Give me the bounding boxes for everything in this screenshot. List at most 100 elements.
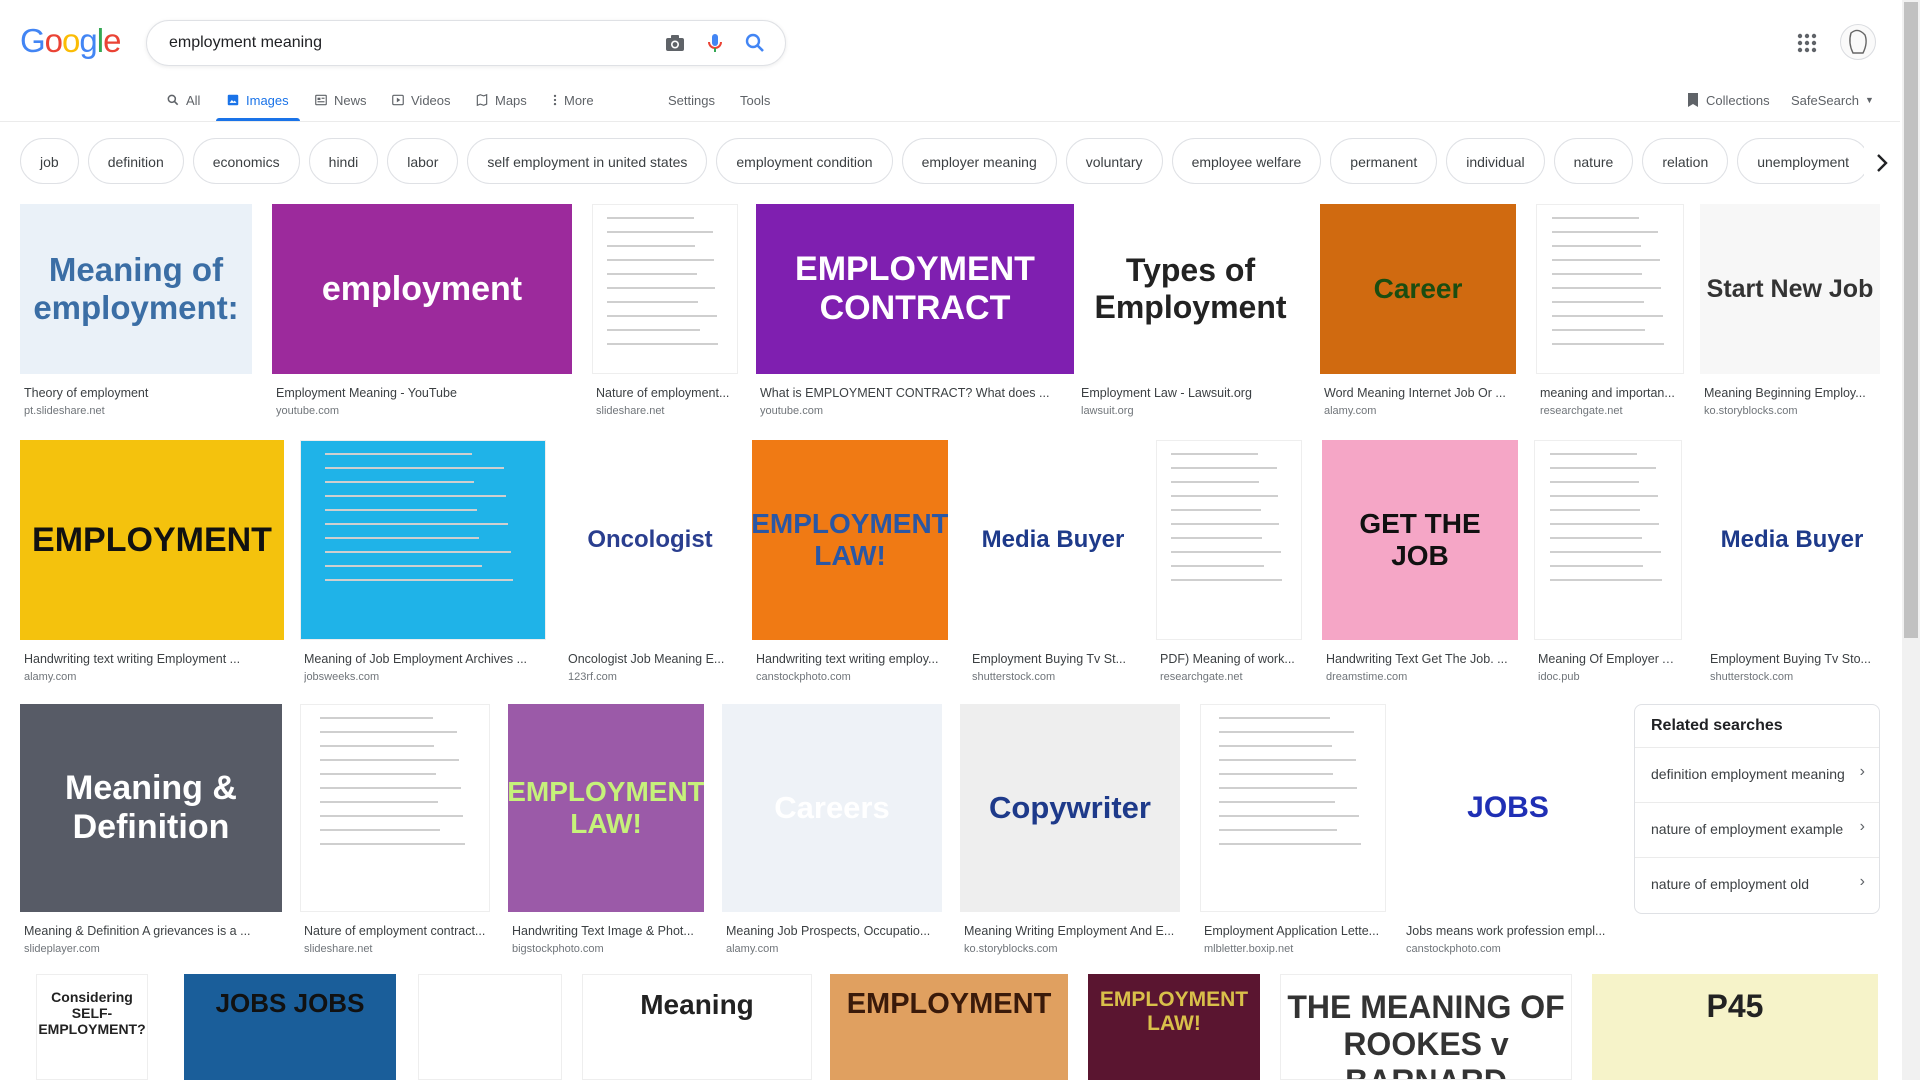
result-title[interactable]: Nature of employment... <box>596 386 734 400</box>
tab-news[interactable]: News <box>314 90 367 110</box>
result-thumbnail[interactable] <box>592 204 738 374</box>
image-result[interactable]: Nature of employment contract... slidesha… <box>300 704 490 964</box>
settings-link[interactable]: Settings <box>668 90 715 110</box>
result-thumbnail[interactable]: Oncologist <box>564 440 736 640</box>
avatar[interactable] <box>1840 24 1876 60</box>
apps-grid-icon[interactable] <box>1796 32 1818 54</box>
chip[interactable]: relation <box>1642 138 1729 184</box>
result-title[interactable]: Meaning Writing Employment And E... <box>964 924 1176 938</box>
result-title[interactable]: Handwriting text writing employ... <box>756 652 944 666</box>
image-result[interactable]: Career Word Meaning Internet Job Or ... al… <box>1320 204 1516 426</box>
chip[interactable]: employer meaning <box>901 138 1057 184</box>
image-result[interactable]: Careers Meaning Job Prospects, Occupatio.… <box>722 704 942 964</box>
related-search-item[interactable]: nature of employment example › <box>1635 802 1879 857</box>
result-thumbnail[interactable]: JOBS JOBS <box>184 974 396 1080</box>
result-thumbnail[interactable]: Considering SELF-EMPLOYMENT? <box>36 974 148 1080</box>
image-result[interactable]: EMPLOYMENT CONTRACT What is EMPLOYMENT CO… <box>756 204 1074 426</box>
result-title[interactable]: Meaning & Definition A grievances is a .… <box>24 924 278 938</box>
result-title[interactable]: Theory of employment <box>24 386 248 400</box>
result-thumbnail[interactable]: EMPLOYMENT <box>830 974 1068 1080</box>
result-thumbnail[interactable]: Meaning of employment: <box>20 204 252 374</box>
result-title[interactable]: Handwriting Text Get The Job. ... <box>1326 652 1514 666</box>
result-thumbnail[interactable]: THE MEANING OF ROOKES v BARNARD <box>1280 974 1572 1080</box>
result-thumbnail[interactable] <box>418 974 562 1080</box>
image-result[interactable]: Media Buyer Employment Buying Tv St... shu… <box>968 440 1138 692</box>
result-thumbnail[interactable]: Copywriter <box>960 704 1180 912</box>
result-thumbnail[interactable] <box>1534 440 1682 640</box>
result-thumbnail[interactable]: EMPLOYMENT LAW! <box>1088 974 1260 1080</box>
result-thumbnail[interactable]: GET THE JOB <box>1322 440 1518 640</box>
result-thumbnail[interactable]: Meaning <box>582 974 812 1080</box>
result-thumbnail[interactable]: Meaning & Definition <box>20 704 282 912</box>
chip[interactable]: unemployment <box>1737 138 1870 184</box>
search-input[interactable] <box>167 31 641 55</box>
chip[interactable]: nature <box>1553 138 1634 184</box>
image-result[interactable]: Meaning of Job Employment Archives ... jo… <box>300 440 546 692</box>
image-result[interactable]: Employment Application Lette... mlbletter… <box>1200 704 1386 964</box>
image-result[interactable]: Meaning of employment: Theory of employme… <box>20 204 252 426</box>
result-title[interactable]: PDF) Meaning of work... <box>1160 652 1298 666</box>
chip[interactable]: employment condition <box>716 138 893 184</box>
image-result[interactable]: EMPLOYMENT LAW! Handwriting Text Image & … <box>508 704 704 964</box>
result-thumbnail[interactable] <box>300 440 546 640</box>
result-thumbnail[interactable]: JOBS <box>1402 704 1614 912</box>
safesearch-toggle[interactable]: SafeSearch ▼ <box>1791 90 1874 110</box>
result-title[interactable]: Employment Buying Tv Sto... <box>1710 652 1874 666</box>
collections-link[interactable]: Collections <box>1686 90 1770 110</box>
chip[interactable]: job <box>20 138 79 184</box>
related-search-item[interactable]: nature of employment old › <box>1635 857 1879 912</box>
image-result[interactable]: Meaning & Definition Meaning & Definition… <box>20 704 282 964</box>
result-thumbnail[interactable]: Media Buyer <box>1706 440 1878 640</box>
image-result[interactable]: Copywriter Meaning Writing Employment And… <box>960 704 1180 964</box>
tools-link[interactable]: Tools <box>740 90 770 110</box>
result-thumbnail[interactable] <box>1200 704 1386 912</box>
image-result[interactable]: EMPLOYMENT Handwriting text writing Emplo… <box>20 440 284 692</box>
camera-icon[interactable] <box>663 31 687 55</box>
result-thumbnail[interactable]: Media Buyer <box>968 440 1138 640</box>
chip[interactable]: economics <box>192 138 300 184</box>
chip[interactable]: labor <box>387 138 459 184</box>
result-thumbnail[interactable]: Career <box>1320 204 1516 374</box>
chip[interactable]: hindi <box>308 138 379 184</box>
result-title[interactable]: Oncologist Job Meaning E... <box>568 652 732 666</box>
result-title[interactable]: Word Meaning Internet Job Or ... <box>1324 386 1512 400</box>
result-title[interactable]: Employment Buying Tv St... <box>972 652 1134 666</box>
result-title[interactable]: meaning and importan... <box>1540 386 1680 400</box>
image-result[interactable]: PDF) Meaning of work... researchgate.net <box>1156 440 1302 692</box>
chip[interactable]: self employment in united states <box>467 138 708 184</box>
result-thumbnail[interactable] <box>1536 204 1684 374</box>
chip[interactable]: voluntary <box>1065 138 1163 184</box>
search-icon[interactable] <box>743 31 767 55</box>
image-result[interactable]: Start New Job Meaning Beginning Employ...… <box>1700 204 1880 426</box>
result-thumbnail[interactable]: Start New Job <box>1700 204 1880 374</box>
tab-videos[interactable]: Videos <box>391 90 451 110</box>
result-title[interactable]: Jobs means work profession empl... <box>1406 924 1610 938</box>
result-thumbnail[interactable]: EMPLOYMENT LAW! <box>508 704 704 912</box>
result-thumbnail[interactable]: EMPLOYMENT CONTRACT <box>756 204 1074 374</box>
tab-maps[interactable]: Maps <box>475 90 527 110</box>
result-title[interactable]: Employment Meaning - YouTube <box>276 386 568 400</box>
image-result[interactable]: Nature of employment... slideshare.net <box>592 204 738 426</box>
result-thumbnail[interactable]: EMPLOYMENT <box>20 440 284 640</box>
tab-images[interactable]: Images <box>226 90 289 110</box>
result-thumbnail[interactable] <box>300 704 490 912</box>
result-title[interactable]: Meaning of Job Employment Archives ... <box>304 652 542 666</box>
google-logo[interactable]: Google <box>20 22 121 60</box>
image-result[interactable]: Types of Employment Employment Law - Laws… <box>1077 204 1304 426</box>
chip[interactable]: definition <box>87 138 184 184</box>
scrollbar-thumb[interactable] <box>1904 2 1918 638</box>
image-result[interactable]: Meaning Of Employer A... idoc.pub <box>1534 440 1682 692</box>
result-title[interactable]: Handwriting Text Image & Phot... <box>512 924 700 938</box>
image-result[interactable]: EMPLOYMENT LAW! Handwriting text writing … <box>752 440 948 692</box>
result-thumbnail[interactable]: P45 <box>1592 974 1878 1080</box>
result-title[interactable]: Employment Application Lette... <box>1204 924 1382 938</box>
result-title[interactable]: Nature of employment contract... <box>304 924 486 938</box>
chip[interactable]: individual <box>1446 138 1545 184</box>
related-search-item[interactable]: definition employment meaning › <box>1635 747 1879 802</box>
result-title[interactable]: Handwriting text writing Employment ... <box>24 652 280 666</box>
image-result[interactable]: GET THE JOB Handwriting Text Get The Job.… <box>1322 440 1518 692</box>
image-result[interactable]: Oncologist Oncologist Job Meaning E... 123… <box>564 440 736 692</box>
tab-all[interactable]: All <box>166 90 200 110</box>
image-result[interactable]: employment Employment Meaning - YouTube yo… <box>272 204 572 426</box>
result-title[interactable]: Meaning Of Employer A... <box>1538 652 1678 666</box>
